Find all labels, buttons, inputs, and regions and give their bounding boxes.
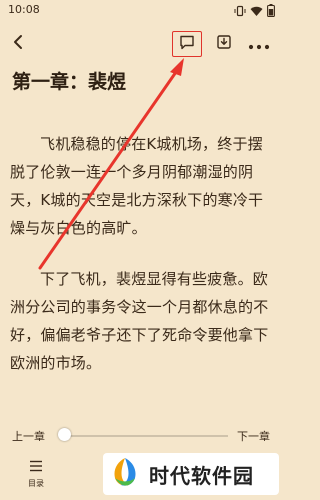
progress-slider[interactable] (64, 435, 228, 437)
progress-slider-thumb[interactable] (58, 428, 71, 441)
watermark-text: 时代软件园 (149, 463, 254, 488)
comment-button[interactable] (172, 31, 202, 57)
reader-toolbar (0, 22, 281, 66)
status-icons (234, 4, 275, 17)
more-button[interactable] (246, 34, 272, 54)
paragraph: 飞机稳稳的停在K城机场，终于摆脱了伦敦一连一个多月阴郁潮湿的阴天，K城的天空是北… (10, 135, 264, 237)
chevron-left-icon (12, 34, 24, 54)
next-chapter-button[interactable]: 下一章 (237, 428, 270, 444)
comment-icon (179, 35, 195, 54)
watermark-logo-icon (107, 454, 143, 494)
toc-label: 目录 (28, 479, 44, 488)
vibrate-icon (234, 5, 246, 17)
battery-icon (267, 4, 275, 17)
chapter-progress-row: 上一章 下一章 (0, 418, 281, 452)
prev-chapter-button[interactable]: 上一章 (12, 428, 45, 444)
watermark: 时代软件园 (103, 453, 279, 495)
paragraph: 下了飞机，裴煜显得有些疲惫。欧洲分公司的事务令这一个月都休息的不好，偏偏老爷子还… (10, 270, 269, 372)
back-button[interactable] (8, 34, 28, 54)
bottom-bar: 目录 时代软件园 (0, 452, 281, 500)
toc-button[interactable]: 目录 (22, 458, 50, 494)
status-bar: 10:08 (0, 0, 281, 22)
status-time: 10:08 (8, 3, 40, 16)
list-icon (29, 458, 43, 477)
download-button[interactable] (214, 34, 234, 54)
more-dots-icon (248, 35, 270, 54)
download-icon (216, 34, 232, 54)
chapter-title: 第一章：裴煜 (12, 71, 127, 93)
wifi-icon (250, 5, 263, 17)
chapter-content: 飞机稳稳的停在K城机场，终于摆脱了伦敦一连一个多月阴郁潮湿的阴天，K城的天空是北… (10, 130, 274, 400)
